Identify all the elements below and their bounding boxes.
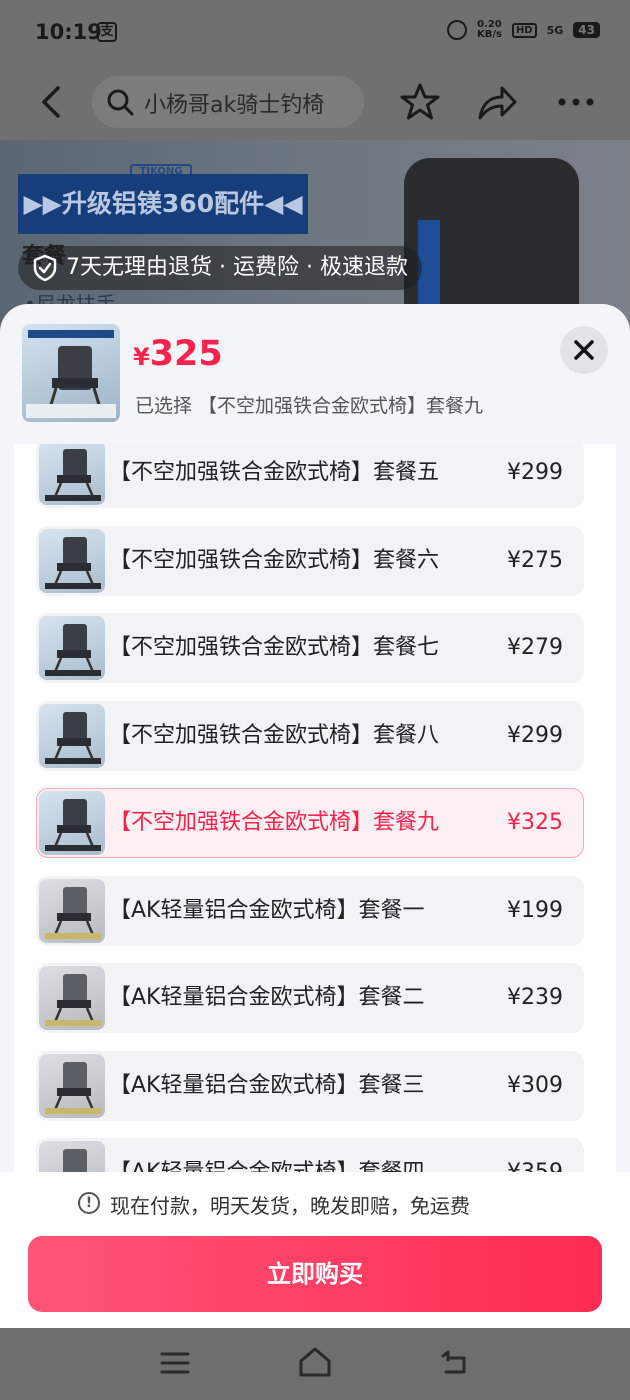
sku-option-label: 【不空加强铁合金欧式椅】套餐五 (109, 460, 440, 485)
sku-option-label: 【不空加强铁合金欧式椅】套餐七 (109, 635, 440, 660)
sku-option-price: ¥275 (507, 547, 563, 573)
delivery-note-text: 现在付款，明天发货，晚发即赔，免运费 (110, 1194, 470, 1218)
buy-area: 立即购买 (0, 1236, 630, 1328)
menu-icon[interactable] (160, 1350, 190, 1376)
sku-option-label: 【不空加强铁合金欧式椅】套餐八 (109, 722, 440, 748)
sku-option[interactable]: 【AK轻量铝合金欧式椅】套餐三 ¥309 (36, 1050, 584, 1121)
more-icon[interactable] (556, 94, 596, 108)
sheet-header: ¥325 已选择 【不空加强铁合金欧式椅】套餐九 (0, 304, 630, 444)
sku-selector-sheet: ¥325 已选择 【不空加强铁合金欧式椅】套餐九 【不空加强铁合金欧式椅】套餐五… (0, 304, 630, 1328)
signal-icon: 5G (546, 23, 564, 37)
sku-thumbnail (39, 616, 105, 680)
sku-option[interactable]: 【不空加强铁合金欧式椅】套餐九 ¥325 (36, 788, 584, 858)
sku-option[interactable]: 【不空加强铁合金欧式椅】套餐六 ¥275 (36, 525, 584, 596)
system-nav-bar (0, 1328, 630, 1400)
search-input[interactable]: 小杨哥ak骑士钓椅 (92, 76, 364, 128)
sku-option-price: ¥299 (507, 722, 563, 748)
net-speed: 0.20 KB/s (476, 19, 502, 40)
status-indicators: 0.20 KB/s HD 5G 43 (446, 19, 600, 40)
info-icon: ! (78, 1192, 100, 1214)
close-icon (574, 340, 594, 360)
shield-icon (32, 254, 58, 282)
service-guarantee: 7天无理由退货 · 运费险 · 极速退款 (18, 246, 422, 290)
sku-option-price: ¥325 (507, 810, 563, 835)
sku-option[interactable]: 【不空加强铁合金欧式椅】套餐七 ¥279 (36, 613, 584, 683)
home-icon[interactable] (298, 1346, 332, 1378)
back-icon[interactable] (38, 82, 68, 122)
sku-thumbnail (39, 528, 105, 593)
battery-icon: 43 (573, 22, 600, 38)
sku-option-label: 【AK轻量铝合金欧式椅】套餐一 (109, 897, 425, 923)
alipay-icon: 支 (97, 22, 117, 42)
sku-option-label: 【AK轻量铝合金欧式椅】套餐三 (109, 1072, 425, 1098)
close-button[interactable] (560, 326, 608, 374)
sku-thumbnail (39, 791, 105, 855)
buy-now-button[interactable]: 立即购买 (28, 1236, 602, 1312)
sku-thumbnail (39, 444, 105, 505)
sku-option-price: ¥199 (507, 897, 563, 923)
sku-option-price: ¥279 (507, 635, 563, 660)
sku-options-list[interactable]: 【不空加强铁合金欧式椅】套餐五 ¥299 【不空加强铁合金欧式椅】套餐六 ¥275 【不… (14, 444, 616, 1172)
sku-option-price: ¥299 (507, 460, 563, 485)
alarm-icon (446, 20, 467, 40)
sku-thumbnail (39, 966, 105, 1030)
top-nav: 小杨哥ak骑士钓椅 (0, 64, 630, 140)
currency-symbol: ¥ (133, 343, 150, 371)
guarantee-text: 7天无理由退货 · 运费险 · 极速退款 (66, 255, 408, 280)
sku-thumbnail (39, 1141, 105, 1172)
sku-option[interactable]: 【AK轻量铝合金欧式椅】套餐四 ¥359 (36, 1138, 584, 1172)
search-text: 小杨哥ak骑士钓椅 (144, 93, 325, 118)
hd-icon: HD (511, 22, 537, 38)
sku-thumbnail (39, 878, 105, 943)
selected-label: 已选择 【不空加强铁合金欧式椅】套餐九 (135, 395, 484, 417)
share-icon[interactable] (476, 84, 518, 122)
sku-option[interactable]: 【不空加强铁合金欧式椅】套餐八 ¥299 (36, 700, 584, 771)
sku-thumbnail (39, 1053, 105, 1118)
delivery-note: ! 现在付款，明天发货，晚发即赔，免运费 (0, 1172, 630, 1236)
sku-option[interactable]: 【不空加强铁合金欧式椅】套餐五 ¥299 (36, 444, 584, 508)
back-nav-icon[interactable] (440, 1348, 470, 1376)
sku-option[interactable]: 【AK轻量铝合金欧式椅】套餐二 ¥239 (36, 963, 584, 1033)
sku-thumbnail (39, 703, 105, 768)
sku-option-label: 【不空加强铁合金欧式椅】套餐六 (109, 547, 440, 573)
sku-option-price: ¥239 (507, 985, 563, 1010)
status-bar: 10:19 支 0.20 KB/s HD 5G 43 (0, 0, 630, 64)
search-icon (106, 88, 134, 116)
hero-banner-text: ▶▶升级铝镁360配件◀◀ (23, 189, 303, 218)
sku-option-label: 【不空加强铁合金欧式椅】套餐九 (109, 810, 440, 835)
status-time: 10:19 (35, 20, 102, 44)
sku-option-label: 【AK轻量铝合金欧式椅】套餐四 (109, 1139, 424, 1172)
sku-option-price: ¥359 (507, 1139, 563, 1172)
hero-banner: ▶▶升级铝镁360配件◀◀ (18, 174, 308, 234)
selected-product-thumbnail[interactable] (22, 324, 120, 422)
star-icon[interactable] (400, 82, 440, 122)
sku-option-label: 【AK轻量铝合金欧式椅】套餐二 (109, 985, 425, 1010)
sku-option[interactable]: 【AK轻量铝合金欧式椅】套餐一 ¥199 (36, 875, 584, 946)
price-value: 325 (149, 334, 223, 374)
selected-price: ¥325 (133, 334, 223, 374)
sku-option-price: ¥309 (507, 1072, 563, 1098)
